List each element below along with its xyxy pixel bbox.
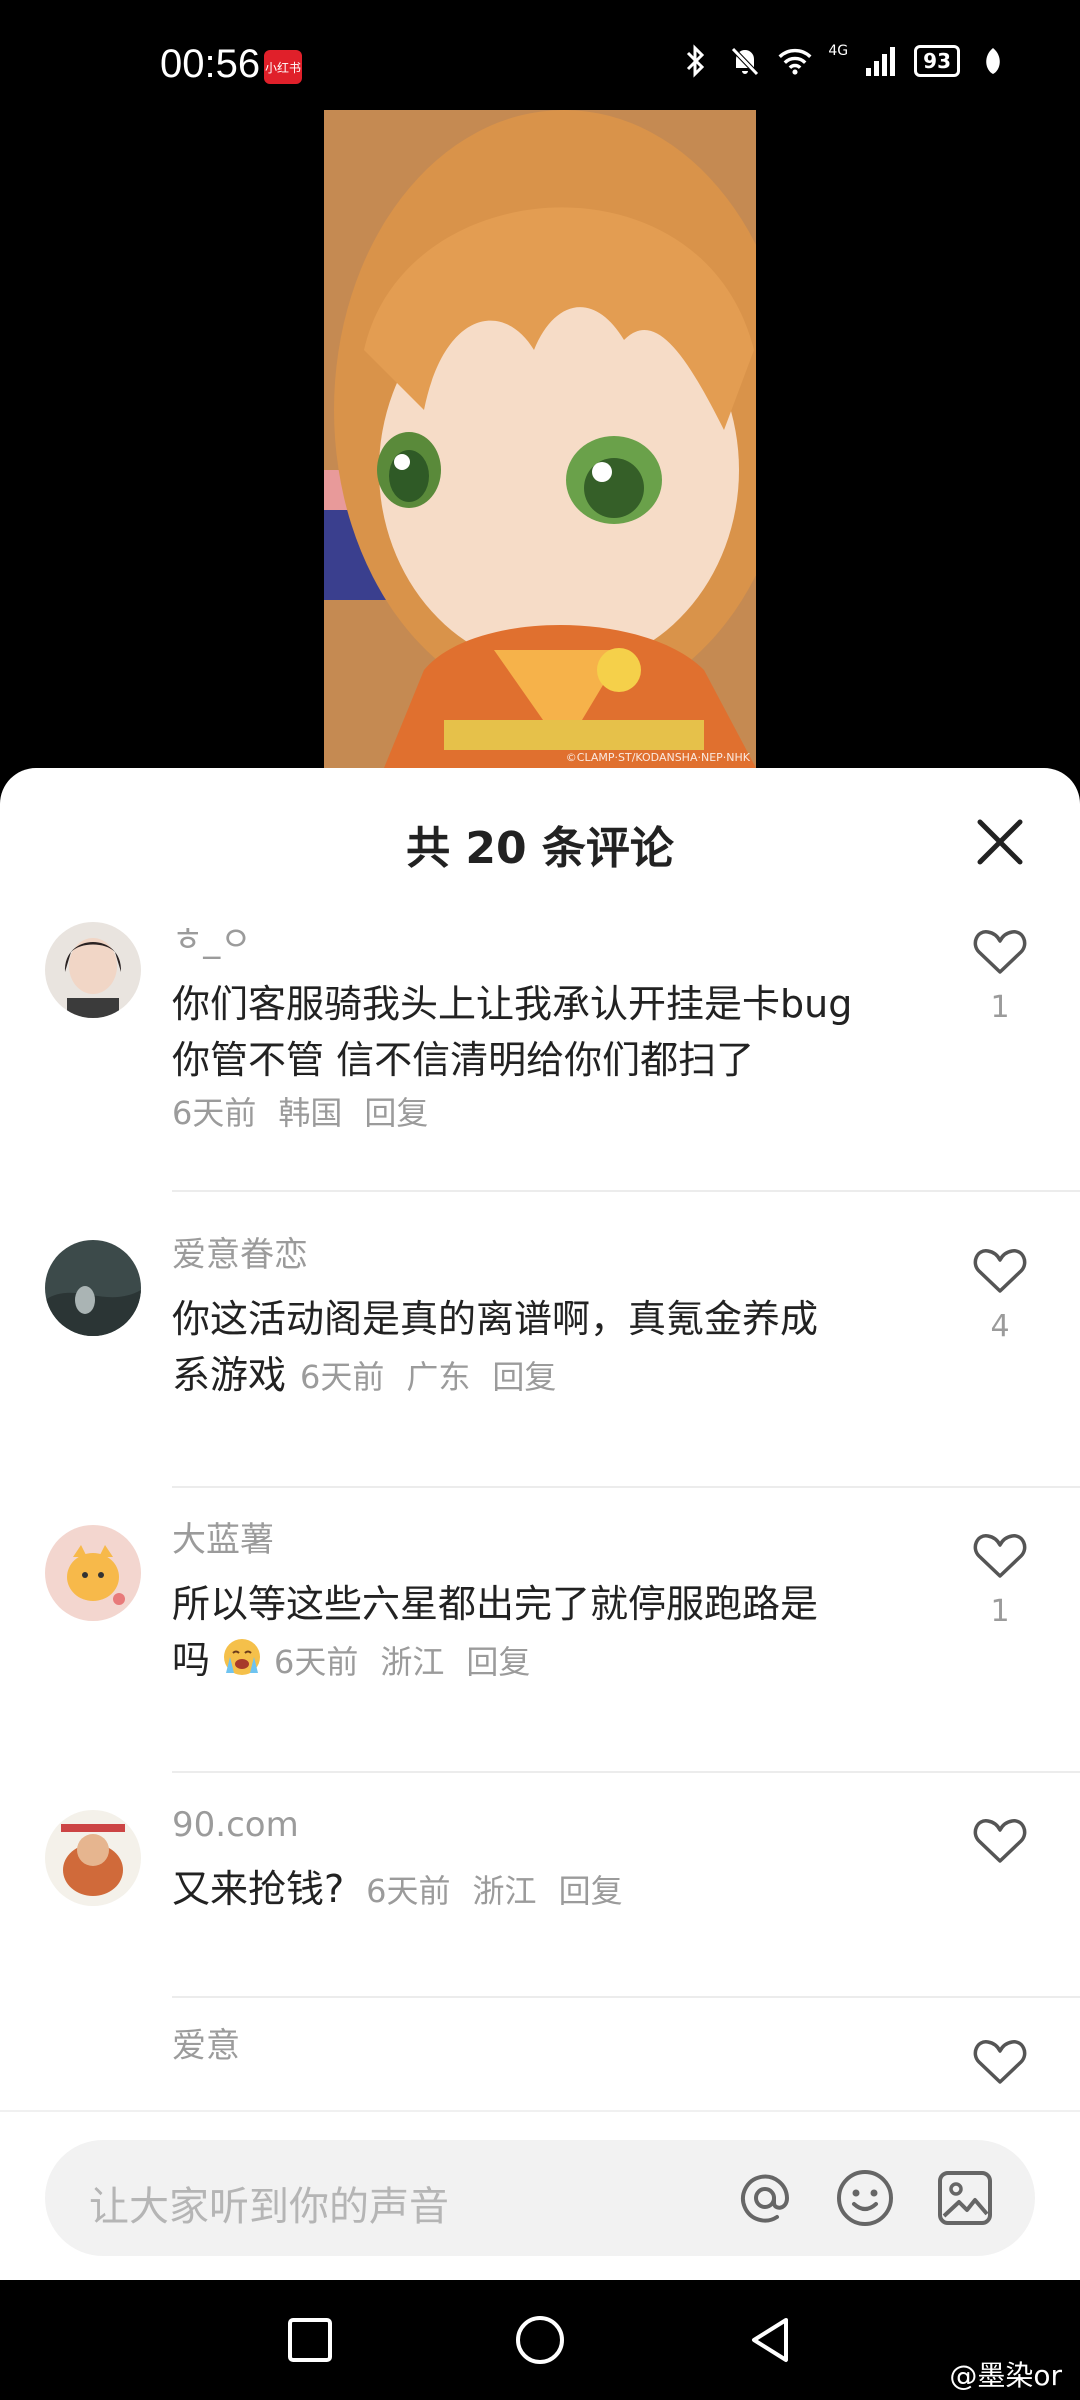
comment-input-bar: 让大家听到你的声音 — [0, 2110, 1080, 2282]
image-icon[interactable] — [935, 2168, 995, 2228]
heart-icon — [973, 1819, 1027, 1863]
comment-text-line: 你这活动阁是真的离谱啊，真氪金养成 — [172, 1297, 819, 1341]
video-watermark: ©CLAMP·ST/KODANSHA·NEP·NHK — [565, 751, 750, 764]
like-button[interactable]: 1 — [968, 1532, 1032, 1629]
comment-sheet: 共 20 条评论 ㅎ_ㅇ 你们客服骑我头上让我承认开挂是卡bug 你管不管 信不… — [0, 768, 1080, 2280]
like-count: 1 — [990, 1594, 1010, 1629]
comment-meta: 6天前 广东 回复 — [300, 1358, 578, 1396]
comment-time: 6天前 — [274, 1643, 359, 1681]
like-count: 4 — [990, 1309, 1010, 1344]
close-button[interactable] — [972, 814, 1028, 870]
reply-button[interactable]: 回复 — [559, 1872, 623, 1910]
back-button[interactable] — [742, 2312, 798, 2368]
comment-time: 6天前 — [366, 1872, 451, 1910]
comment-item: 90.com 又来抢钱? 6天前 浙江 回复 — [0, 1773, 1080, 1998]
mention-icon[interactable] — [735, 2168, 795, 2228]
avatar[interactable] — [45, 1240, 141, 1336]
heart-icon — [973, 930, 1027, 974]
comment-location: 广东 — [406, 1358, 471, 1396]
reply-button[interactable]: 回复 — [466, 1643, 530, 1681]
comment-location: 韩国 — [278, 1094, 343, 1132]
watermark-credit: @墨染or — [949, 2359, 1062, 2392]
comment-count-title: 共 20 条评论 — [406, 823, 674, 874]
comment-text-line: 吗 — [172, 1638, 211, 1682]
comment-item: 爱意眷恋 你这活动阁是真的离谱啊，真氪金养成 系游戏 6天前 广东 回复 4 — [0, 1203, 1080, 1488]
wifi-icon — [778, 44, 812, 78]
comment-item: ㅎ_ㅇ 你们客服骑我头上让我承认开挂是卡bug 你管不管 信不信清明给你们都扫了… — [0, 918, 1080, 1203]
avatar[interactable] — [45, 1525, 141, 1621]
comment-username[interactable]: 爱意眷恋 — [172, 1233, 932, 1277]
bluetooth-icon — [678, 44, 712, 78]
avatar[interactable] — [45, 1810, 141, 1906]
mute-bell-icon — [728, 44, 762, 78]
comment-text: 又来抢钱? 6天前 浙江 回复 — [172, 1861, 932, 1919]
comment-username[interactable]: ㅎ_ㅇ — [172, 918, 932, 962]
square-icon — [288, 2318, 332, 2362]
comment-divider — [172, 1190, 1080, 1192]
circle-icon — [516, 2316, 564, 2364]
comment-time: 6天前 — [300, 1358, 385, 1396]
status-bar: 00:56 小红书 4G 93 — [0, 0, 1080, 110]
leaf-icon — [976, 44, 1010, 78]
like-button[interactable]: 1 — [968, 928, 1032, 1025]
reply-button[interactable]: 回复 — [364, 1094, 428, 1132]
comment-input[interactable]: 让大家听到你的声音 — [45, 2140, 1035, 2256]
like-button[interactable] — [968, 1817, 1032, 1879]
like-count: 1 — [990, 990, 1010, 1025]
comment-time: 6天前 — [172, 1094, 257, 1132]
comment-text-line: 系游戏 — [172, 1353, 287, 1397]
comment-location: 浙江 — [380, 1643, 445, 1681]
status-time: 00:56 — [160, 42, 261, 86]
avatar[interactable] — [45, 922, 141, 1018]
status-icons: 4G 93 — [678, 43, 1010, 78]
signal-icon — [864, 44, 898, 78]
comment-username[interactable]: 90.com — [172, 1803, 932, 1847]
comment-text: 你们客服骑我头上让我承认开挂是卡bug 你管不管 信不信清明给你们都扫了 — [172, 976, 932, 1088]
heart-icon — [973, 2040, 1027, 2084]
comment-location: 浙江 — [472, 1872, 537, 1910]
comment-meta: 6天前 浙江 回复 — [366, 1872, 644, 1910]
crying-emoji-icon — [220, 1633, 264, 1692]
comment-text-line: 所以等这些六星都出完了就停服跑路是 — [172, 1582, 819, 1626]
comment-text-line: 又来抢钱? — [172, 1867, 345, 1911]
comment-username[interactable]: 爱意 — [172, 2024, 932, 2068]
battery-indicator: 93 — [914, 45, 960, 77]
heart-icon — [973, 1534, 1027, 1578]
comment-text-line: 你管不管 信不信清明给你们都扫了 — [172, 1038, 755, 1082]
back-triangle-icon — [752, 2318, 788, 2362]
like-button[interactable]: 4 — [968, 1247, 1032, 1344]
video-player[interactable]: ©CLAMP·ST/KODANSHA·NEP·NHK — [324, 110, 756, 768]
recents-button[interactable] — [282, 2312, 338, 2368]
video-frame-image — [324, 110, 756, 768]
emoji-icon[interactable] — [835, 2168, 895, 2228]
comment-text-line: 你们客服骑我头上让我承认开挂是卡bug — [172, 982, 853, 1026]
system-nav-bar: @墨染or — [0, 2280, 1080, 2400]
comment-meta: 6天前 韩国 回复 — [172, 1088, 932, 1134]
network-type: 4G — [828, 43, 849, 59]
comment-text: 所以等这些六星都出完了就停服跑路是 吗 6天前 浙江 回复 — [172, 1576, 932, 1692]
app-badge: 小红书 — [264, 50, 302, 84]
comment-item: 爱意 — [0, 1998, 1080, 2128]
heart-icon — [973, 1249, 1027, 1293]
like-button[interactable] — [968, 2038, 1032, 2090]
reply-button[interactable]: 回复 — [492, 1358, 556, 1396]
comment-list[interactable]: ㅎ_ㅇ 你们客服骑我头上让我承认开挂是卡bug 你管不管 信不信清明给你们都扫了… — [0, 918, 1080, 2128]
comment-meta: 6天前 浙江 回复 — [274, 1643, 552, 1681]
comment-input-placeholder: 让大家听到你的声音 — [89, 2184, 449, 2230]
comment-username[interactable]: 大蓝薯 — [172, 1518, 932, 1562]
close-icon — [977, 819, 1023, 865]
home-button[interactable] — [512, 2312, 568, 2368]
comment-text: 你这活动阁是真的离谱啊，真氪金养成 系游戏 6天前 广东 回复 — [172, 1291, 932, 1405]
comment-item: 大蓝薯 所以等这些六星都出完了就停服跑路是 吗 6天前 浙江 回复 1 — [0, 1488, 1080, 1773]
